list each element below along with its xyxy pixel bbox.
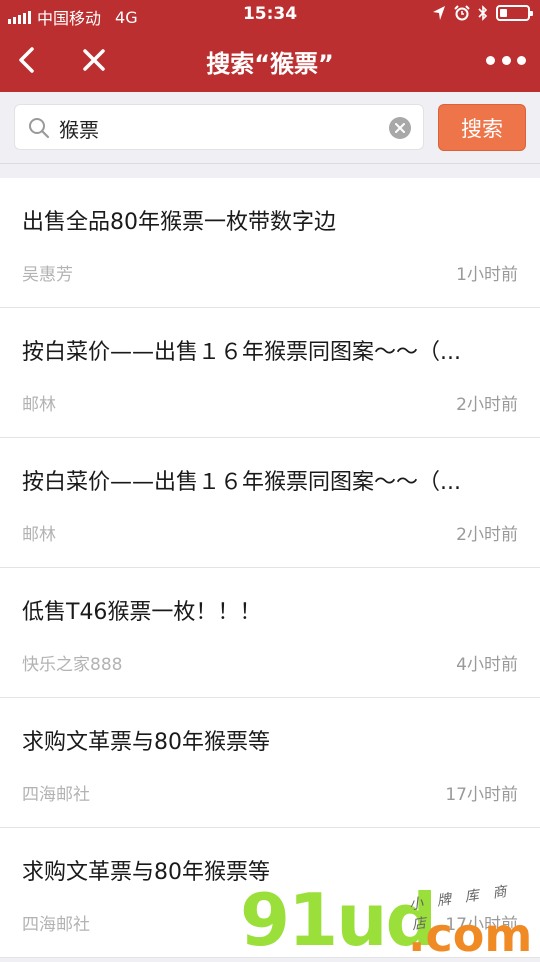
- result-author: 四海邮社: [22, 785, 90, 805]
- more-icon[interactable]: [486, 48, 526, 72]
- bluetooth-icon: [478, 5, 488, 21]
- result-title: 低售T46猴票一枚！！！: [22, 600, 262, 625]
- result-time: 2小时前: [456, 395, 518, 415]
- battery-level: [500, 9, 507, 17]
- page-title: 搜索“猴票”: [206, 50, 334, 78]
- list-item[interactable]: 低售T46猴票一枚！！！ 快乐之家888 4小时前: [0, 568, 540, 698]
- result-time: 1小时前: [456, 265, 518, 285]
- result-time: 17小时前: [445, 785, 518, 805]
- result-title: 按白菜价——出售１６年猴票同图案～～（...: [22, 340, 461, 365]
- search-input[interactable]: [59, 111, 379, 145]
- result-title: 按白菜价——出售１６年猴票同图案～～（...: [22, 470, 461, 495]
- result-title: 出售全品80年猴票一枚带数字边: [22, 210, 336, 235]
- result-author: 快乐之家888: [22, 655, 123, 675]
- list-item[interactable]: 按白菜价——出售１６年猴票同图案～～（... 邮林 2小时前: [0, 308, 540, 438]
- status-right: [432, 5, 533, 21]
- result-author: 吴惠芳: [22, 265, 73, 285]
- result-title: 求购文革票与80年猴票等: [22, 730, 270, 755]
- battery-icon: [496, 5, 533, 21]
- navigation-bar: 搜索“猴票”: [0, 30, 540, 92]
- watermark: 91ud .com 小 牌 库 商 店: [240, 878, 532, 962]
- clear-icon[interactable]: [389, 117, 411, 139]
- results-list: 出售全品80年猴票一枚带数字边吴惠芳 1小时前按白菜价——出售１６年猴票同图案～～…: [0, 178, 540, 958]
- location-icon: [433, 6, 445, 20]
- result-time: 4小时前: [456, 655, 518, 675]
- search-icon: [29, 118, 50, 139]
- search-bar: 搜索: [0, 92, 540, 164]
- result-author: 四海邮社: [22, 915, 90, 935]
- search-button[interactable]: 搜索: [438, 104, 526, 151]
- alarm-icon: [454, 5, 470, 21]
- result-time: 2小时前: [456, 525, 518, 545]
- list-item[interactable]: 出售全品80年猴票一枚带数字边吴惠芳 1小时前: [0, 178, 540, 308]
- result-author: 邮林: [22, 525, 56, 545]
- result-author: 邮林: [22, 395, 56, 415]
- list-item[interactable]: 求购文革票与80年猴票等四海邮社 17小时前: [0, 698, 540, 828]
- status-bar: 中国移动 4G 15:34: [0, 0, 540, 30]
- list-item[interactable]: 按白菜价——出售１６年猴票同图案～～（... 邮林 2小时前: [0, 438, 540, 568]
- watermark-logo: 91ud: [240, 878, 437, 962]
- search-box[interactable]: [14, 104, 424, 150]
